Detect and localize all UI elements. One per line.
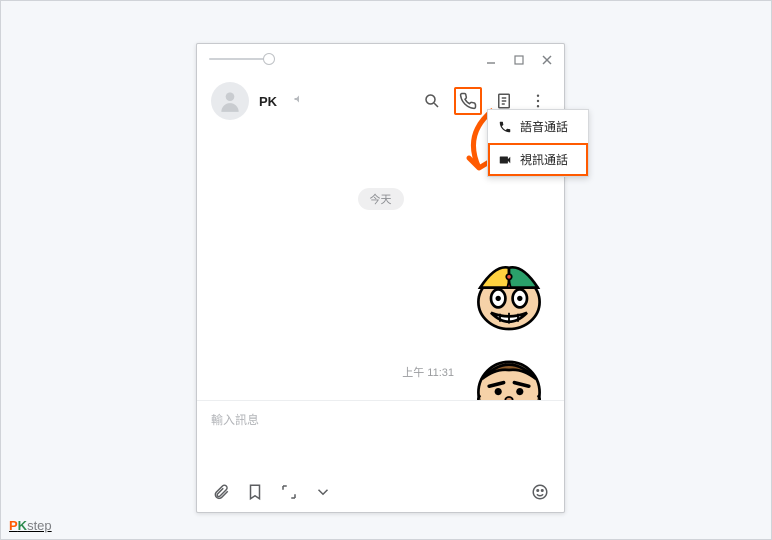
date-label: 今天 [358,188,404,210]
watermark-suffix: step [27,518,52,533]
voice-call-item[interactable]: 語音通話 [488,110,588,143]
watermark-k: K [18,518,27,533]
message-timestamp: 上午 11:31 [402,364,454,380]
video-call-item[interactable]: 視訊通話 [488,143,588,176]
speaker-muted-icon [293,92,305,110]
video-call-label: 視訊通話 [520,151,568,168]
watermark-p: P [9,518,18,533]
watermark: PKstep [9,518,52,533]
capture-button[interactable] [279,482,299,502]
search-button[interactable] [420,89,444,113]
maximize-button[interactable] [512,53,526,67]
contact-name: PK [259,94,277,109]
call-dropdown: 語音通話 視訊通話 [487,109,589,177]
avatar[interactable] [211,82,249,120]
input-placeholder: 輸入訊息 [211,413,259,427]
chevron-down-icon[interactable] [313,482,333,502]
bottom-toolbar [197,476,564,512]
close-button[interactable] [540,53,554,67]
call-button[interactable] [454,87,482,115]
emoji-button[interactable] [530,482,550,502]
chat-window: PK 今天 [196,43,565,513]
message-input[interactable]: 輸入訊息 [197,400,564,476]
voice-call-label: 語音通話 [520,118,568,135]
bookmark-button[interactable] [245,482,265,502]
minimize-button[interactable] [484,53,498,67]
screenshot-stage: PK 今天 [0,0,772,540]
sticker-happy-cap [464,248,554,333]
sticker-grumpy [464,343,554,400]
transparency-slider[interactable] [209,58,269,60]
attach-button[interactable] [211,482,231,502]
